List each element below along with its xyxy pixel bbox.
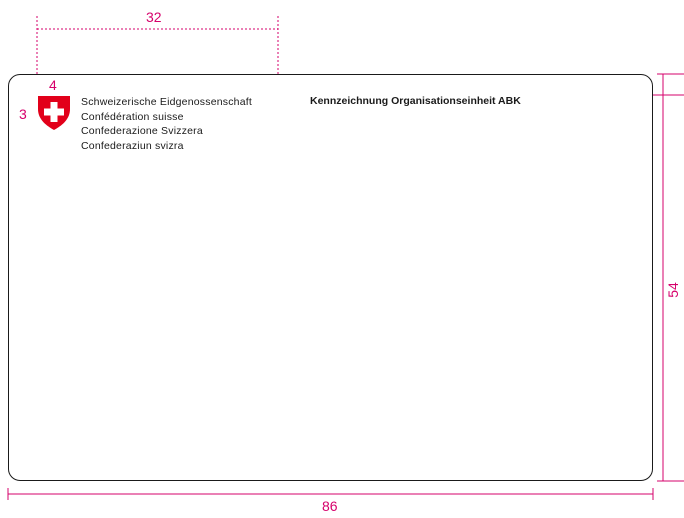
dimension-label-54: 54 [665,282,681,298]
dimension-label-4: 4 [49,77,57,93]
wordmark-line-fr: Confédération suisse [81,110,184,123]
dimension-label-86: 86 [322,498,338,514]
dimension-label-32: 32 [146,9,162,25]
org-unit-title: Kennzeichnung Organisationseinheit ABK [310,95,521,107]
swiss-cross-icon [38,96,70,130]
diagram-canvas: Schweizerische Eidgenossenschaft Confédé… [0,0,684,518]
wordmark-line-rm: Confederaziun svizra [81,139,184,152]
wordmark-line-it: Confederazione Svizzera [81,125,203,137]
dimension-label-3: 3 [19,106,27,122]
federal-wordmark: Schweizerische Eidgenossenschaft Confédé… [81,95,252,153]
wordmark-line-de: Schweizerische Eidgenossenschaft [81,96,252,108]
